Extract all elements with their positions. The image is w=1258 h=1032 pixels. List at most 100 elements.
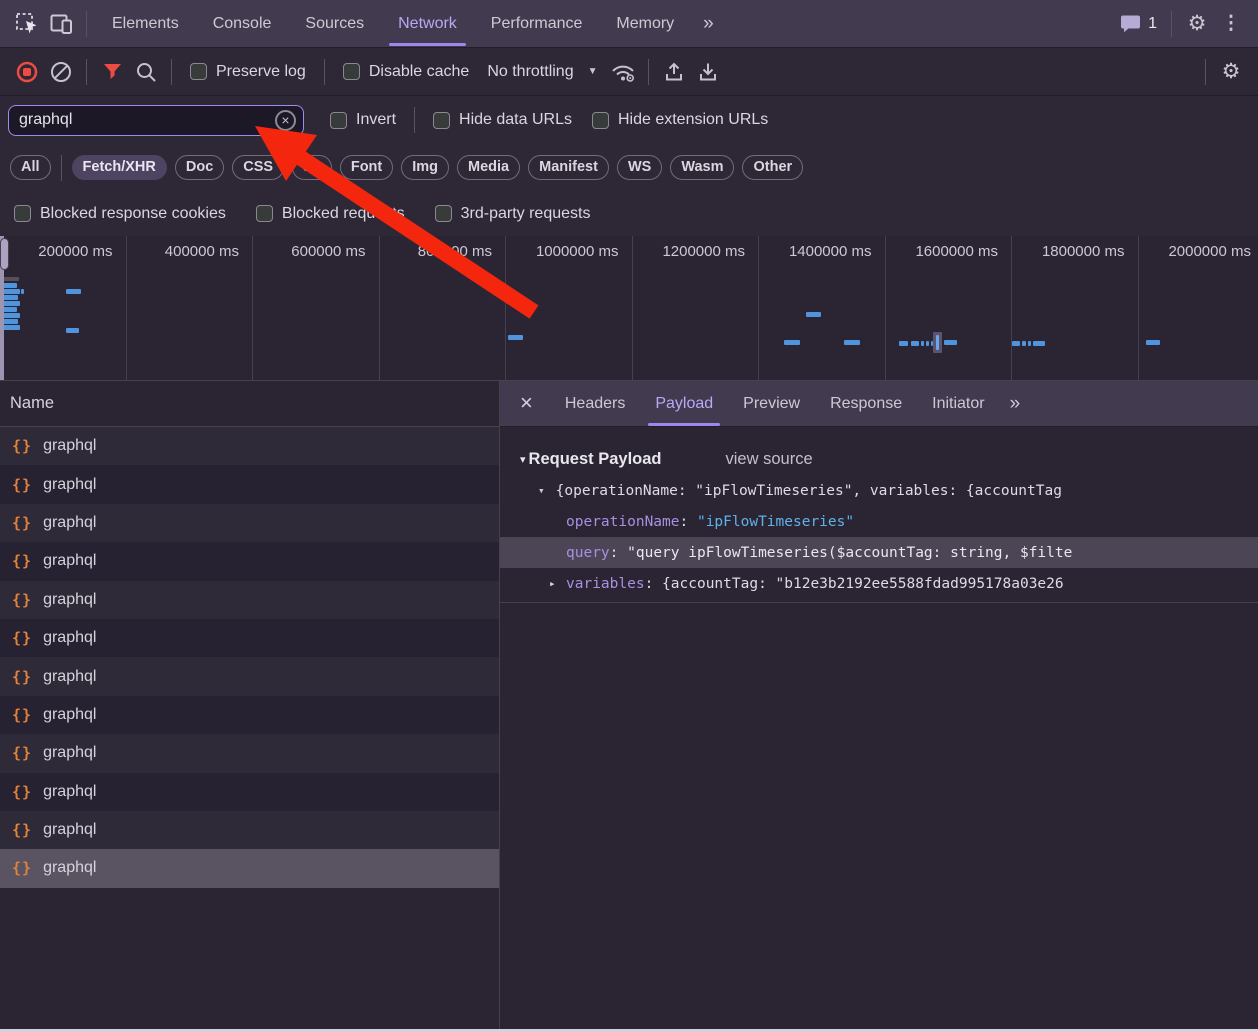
extra-filter-label: 3rd-party requests bbox=[461, 205, 591, 223]
inspect-element-icon[interactable] bbox=[10, 7, 44, 41]
payload-key: variables bbox=[566, 576, 645, 592]
view-source-link[interactable]: view source bbox=[726, 450, 813, 469]
request-type-chip[interactable]: Media bbox=[457, 155, 520, 180]
invert-toggle[interactable]: Invert bbox=[320, 111, 406, 129]
details-tab[interactable]: Response bbox=[815, 381, 917, 427]
request-type-chip[interactable]: Other bbox=[742, 155, 803, 180]
details-tab[interactable]: Preview bbox=[728, 381, 815, 427]
settings-gear-icon[interactable]: ⚙ bbox=[1180, 7, 1214, 41]
hide-data-urls-checkbox[interactable] bbox=[433, 112, 450, 129]
chips-rest: Fetch/XHR Doc CSS JS Font Img Media Manifest WS W… bbox=[72, 155, 804, 180]
request-type-chip[interactable]: Fetch/XHR bbox=[72, 155, 167, 180]
name-column-header[interactable]: Name bbox=[0, 381, 499, 427]
request-payload-section[interactable]: ▾ Request Payload view source bbox=[500, 443, 1258, 475]
json-braces-icon: {} bbox=[12, 821, 32, 839]
request-row[interactable]: {} graphql bbox=[0, 773, 499, 811]
preserve-log-toggle[interactable]: Preserve log bbox=[180, 63, 316, 81]
hide-extension-urls-toggle[interactable]: Hide extension URLs bbox=[582, 111, 778, 129]
filter-funnel-icon[interactable] bbox=[95, 55, 129, 89]
request-row[interactable]: {} graphql bbox=[0, 619, 499, 657]
payload-content: ▾ Request Payload view source ▾ {operati… bbox=[500, 427, 1258, 1032]
chip-all[interactable]: All bbox=[10, 155, 51, 180]
network-settings-gear-icon[interactable]: ⚙ bbox=[1214, 55, 1248, 89]
details-tab[interactable]: Payload bbox=[640, 381, 728, 427]
extra-filters-row: Blocked response cookies Blocked request… bbox=[0, 191, 1258, 236]
import-har-icon[interactable] bbox=[657, 55, 691, 89]
network-conditions-icon[interactable] bbox=[606, 55, 640, 89]
payload-line[interactable]: query: "query ipFlowTimeseries($accountT… bbox=[500, 537, 1258, 568]
divider bbox=[171, 59, 172, 85]
request-row[interactable]: {} graphql bbox=[0, 504, 499, 542]
request-row[interactable]: {} graphql bbox=[0, 657, 499, 695]
details-tab[interactable]: Initiator bbox=[917, 381, 999, 427]
payload-key: operationName bbox=[566, 514, 680, 530]
clear-filter-icon[interactable]: × bbox=[275, 110, 296, 131]
network-overview-timeline[interactable]: 200000 ms400000 ms600000 ms800000 ms1000… bbox=[0, 236, 1258, 381]
request-row[interactable]: {} graphql bbox=[0, 734, 499, 772]
extra-filter-checkbox[interactable] bbox=[256, 205, 273, 222]
chevron-down-icon: ▼ bbox=[588, 66, 598, 77]
throttling-dropdown[interactable]: No throttling ▼ bbox=[479, 63, 605, 81]
disable-cache-checkbox[interactable] bbox=[343, 63, 360, 80]
devtools-tab[interactable]: Elements bbox=[95, 0, 196, 47]
request-waterfall-bar bbox=[3, 289, 20, 294]
extra-filter-toggle[interactable]: Blocked response cookies bbox=[4, 205, 236, 223]
request-waterfall-bar bbox=[66, 328, 79, 333]
details-tab[interactable]: Headers bbox=[550, 381, 640, 427]
request-row[interactable]: {} graphql bbox=[0, 849, 499, 887]
request-name: graphql bbox=[43, 552, 96, 570]
more-tabs-icon[interactable]: » bbox=[691, 13, 726, 35]
request-type-chip[interactable]: JS bbox=[292, 155, 332, 180]
request-type-chip[interactable]: Img bbox=[401, 155, 449, 180]
preserve-log-checkbox[interactable] bbox=[190, 63, 207, 80]
request-row[interactable]: {} graphql bbox=[0, 696, 499, 734]
json-braces-icon: {} bbox=[12, 668, 32, 686]
extra-filter-checkbox[interactable] bbox=[14, 205, 31, 222]
request-waterfall-bar bbox=[1028, 341, 1031, 346]
request-row[interactable]: {} graphql bbox=[0, 581, 499, 619]
close-icon[interactable]: × bbox=[500, 390, 550, 418]
hide-extension-urls-checkbox[interactable] bbox=[592, 112, 609, 129]
export-har-icon[interactable] bbox=[691, 55, 725, 89]
request-row[interactable]: {} graphql bbox=[0, 811, 499, 849]
timeline-scrubber-handle[interactable] bbox=[0, 238, 9, 270]
invert-checkbox[interactable] bbox=[330, 112, 347, 129]
filter-input[interactable] bbox=[19, 111, 275, 129]
devtools-tab[interactable]: Memory bbox=[599, 0, 691, 47]
device-toolbar-icon[interactable] bbox=[44, 7, 78, 41]
request-row[interactable]: {} graphql bbox=[0, 465, 499, 503]
payload-line[interactable]: operationName: "ipFlowTimeseries" bbox=[500, 506, 1258, 537]
request-type-chip[interactable]: Wasm bbox=[670, 155, 734, 180]
divider bbox=[324, 59, 325, 85]
devtools-tab[interactable]: Console bbox=[196, 0, 289, 47]
request-type-chip[interactable]: Manifest bbox=[528, 155, 609, 180]
search-icon[interactable] bbox=[129, 55, 163, 89]
request-waterfall-bar bbox=[3, 301, 20, 306]
request-type-chip[interactable]: CSS bbox=[232, 155, 284, 180]
request-waterfall-bar bbox=[1012, 341, 1020, 346]
devtools-tab[interactable]: Sources bbox=[288, 0, 381, 47]
extra-filter-toggle[interactable]: 3rd-party requests bbox=[425, 205, 601, 223]
devtools-tab[interactable]: Network bbox=[381, 0, 474, 47]
more-details-tabs-icon[interactable]: » bbox=[1000, 393, 1031, 415]
filter-input-box[interactable]: × bbox=[8, 105, 304, 136]
request-row[interactable]: {} graphql bbox=[0, 542, 499, 580]
request-type-chip[interactable]: WS bbox=[617, 155, 662, 180]
payload-line[interactable]: ▸ variables: {accountTag: "b12e3b2192ee5… bbox=[500, 568, 1258, 599]
invert-label: Invert bbox=[356, 111, 396, 129]
details-panel: × HeadersPayloadPreviewResponseInitiator… bbox=[500, 381, 1258, 1032]
console-messages-indicator[interactable]: 1 bbox=[1114, 14, 1163, 33]
request-row[interactable]: {} graphql bbox=[0, 427, 499, 465]
extra-filter-toggle[interactable]: Blocked requests bbox=[246, 205, 415, 223]
request-type-chip[interactable]: Font bbox=[340, 155, 393, 180]
record-network-log-icon[interactable] bbox=[10, 55, 44, 89]
payload-summary-row[interactable]: ▾ {operationName: "ipFlowTimeseries", va… bbox=[500, 475, 1258, 506]
hide-data-urls-toggle[interactable]: Hide data URLs bbox=[423, 111, 582, 129]
clear-network-log-icon[interactable] bbox=[44, 55, 78, 89]
extra-filter-checkbox[interactable] bbox=[435, 205, 452, 222]
request-type-chip[interactable]: Doc bbox=[175, 155, 224, 180]
customize-menu-icon[interactable]: ⋮ bbox=[1214, 7, 1248, 41]
triangle-down-icon: ▾ bbox=[520, 453, 526, 466]
devtools-tab[interactable]: Performance bbox=[474, 0, 600, 47]
disable-cache-toggle[interactable]: Disable cache bbox=[333, 63, 480, 81]
